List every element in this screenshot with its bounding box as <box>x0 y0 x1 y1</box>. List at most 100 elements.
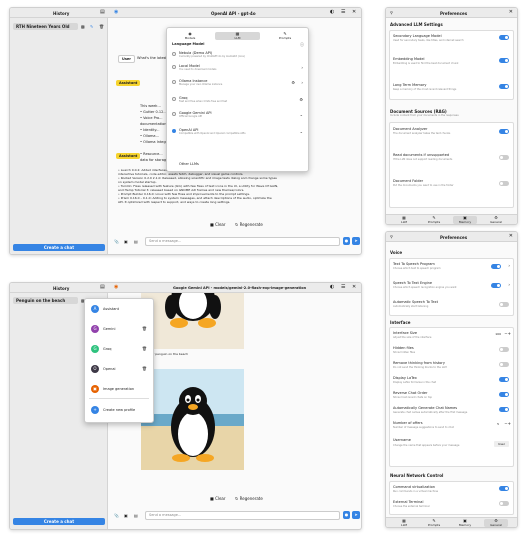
profile-icon[interactable]: ◉ <box>114 285 118 290</box>
tab-memory[interactable]: ▣ Memory <box>453 519 477 528</box>
setting-desc: Choose which speech recognition engine y… <box>393 286 457 289</box>
toggle-switch[interactable] <box>499 302 509 307</box>
delete-icon[interactable]: 🗑 <box>142 326 147 331</box>
search-icon[interactable]: ⚲ <box>390 10 393 15</box>
chevron-right-icon[interactable]: › <box>508 282 510 287</box>
menu-icon[interactable]: ☰ <box>341 285 345 290</box>
toggle-switch[interactable] <box>499 58 509 63</box>
toggle-switch[interactable] <box>499 486 509 491</box>
other-llms-label: Other LLMs <box>179 162 199 166</box>
menu-icon[interactable]: ☰ <box>341 10 345 15</box>
message-input[interactable]: Send a message... <box>145 237 340 246</box>
profile-menu: A Assistant G Gemini 🗑 G Groq 🗑 O Openai 🗑 ▣ Ima… <box>84 298 154 423</box>
model-option[interactable]: Ollama Instance Manage your own Ollama in… <box>170 78 305 88</box>
attach-icon[interactable]: 📎 <box>114 513 119 518</box>
attach-icon[interactable]: 📎 <box>114 239 119 244</box>
toggle-switch[interactable] <box>491 264 501 269</box>
tab-llm[interactable]: ▦ LLM <box>392 216 416 225</box>
edit-icon[interactable]: ✎ <box>90 24 93 29</box>
tab-prompts[interactable]: ✎ Prompts <box>422 216 446 225</box>
toggle-switch[interactable] <box>499 362 509 367</box>
search-icon[interactable]: ⚲ <box>390 234 393 239</box>
sidebar-toggle-icon[interactable]: ▤ <box>100 10 105 15</box>
tab-memory[interactable]: ▣ Memory <box>453 216 477 224</box>
toggle-switch[interactable] <box>499 84 509 89</box>
mic-button[interactable]: ● <box>343 237 350 245</box>
send-button[interactable]: ➤ <box>352 237 360 245</box>
profile-item-image-generation[interactable]: ▣ Image generation <box>89 383 149 395</box>
sidebar-toggle-icon[interactable]: ▤ <box>100 285 105 290</box>
toggle-switch[interactable] <box>499 347 509 352</box>
setting-desc: Adjust the size of the interface <box>393 336 432 339</box>
chevron-right-icon[interactable]: › <box>301 65 303 70</box>
delete-icon[interactable]: 🗑 <box>142 346 147 351</box>
tab-general[interactable]: ⚙ General <box>484 216 508 225</box>
regenerate-button[interactable]: ↻ Regenerate <box>235 496 263 501</box>
send-button[interactable]: ➤ <box>352 511 360 519</box>
screenshot-icon[interactable]: ▣ <box>124 513 128 518</box>
profile-item-groq[interactable]: G Groq 🗑 <box>89 343 149 355</box>
delete-icon[interactable]: 🗑 <box>99 24 104 29</box>
chat-item[interactable]: Penguin on the beach <box>13 297 78 304</box>
tab-general[interactable]: ⚙ General <box>484 519 508 527</box>
tab-prompts[interactable]: ✎ Prompts <box>422 519 446 528</box>
toggle-switch[interactable] <box>499 407 509 412</box>
tab-llm[interactable]: ▦ LLM <box>215 32 260 40</box>
toggle-switch[interactable] <box>499 392 509 397</box>
profile-item-assistant[interactable]: A Assistant <box>89 303 149 315</box>
regenerate-button[interactable]: ↻ Regenerate <box>235 222 263 227</box>
chevron-right-icon[interactable]: › <box>301 80 303 85</box>
close-icon[interactable]: ✕ <box>509 10 513 15</box>
model-option[interactable]: Nebula (Demo API) Currently powered by Ch… <box>170 50 305 60</box>
toggle-switch[interactable] <box>499 501 509 506</box>
clear-button[interactable]: ■ Clear <box>210 222 226 227</box>
profile-item-gemini[interactable]: G Gemini 🗑 <box>89 323 149 335</box>
settings-icon[interactable]: ⚙ <box>291 80 295 85</box>
model-option[interactable]: Groq Fast and free when limits free and f… <box>170 95 305 105</box>
close-icon[interactable]: ✕ <box>352 10 356 15</box>
chevron-down-icon[interactable]: ⌄ <box>300 129 303 134</box>
web-icon[interactable]: ▤ <box>134 239 138 244</box>
toggle-switch[interactable] <box>491 283 501 288</box>
help-icon[interactable]: ⓘ <box>300 42 304 47</box>
dark-mode-icon[interactable]: ◐ <box>330 10 334 15</box>
clear-button[interactable]: ■ Clear <box>210 496 226 501</box>
chevron-down-icon[interactable]: ⌄ <box>300 112 303 117</box>
toggle-switch[interactable] <box>499 377 509 382</box>
profile-icon[interactable]: ◉ <box>114 10 118 15</box>
delete-icon[interactable]: 🗑 <box>142 366 147 371</box>
username-field[interactable]: User <box>494 441 509 447</box>
create-chat-button[interactable]: Create a chat <box>13 518 105 525</box>
web-icon[interactable]: ▤ <box>134 513 138 518</box>
chat-item[interactable]: RTH Nineteen Years Old <box>13 23 78 30</box>
tab-prompts[interactable]: ✎ Prompts <box>265 32 305 41</box>
tab-models[interactable]: ◉ Models <box>170 32 210 41</box>
dark-mode-icon[interactable]: ◐ <box>330 285 334 290</box>
screenshot-icon[interactable]: ▣ <box>124 239 128 244</box>
stepper-buttons[interactable]: −+ <box>504 331 511 336</box>
save-icon[interactable]: ▩ <box>81 24 85 29</box>
stepper-buttons[interactable]: −+ <box>504 421 511 426</box>
toggle-switch[interactable] <box>499 35 509 40</box>
tab-llm[interactable]: ▦ LLM <box>392 519 416 528</box>
chevron-right-icon[interactable]: › <box>508 263 510 268</box>
message-input[interactable]: Send a message... <box>145 511 340 520</box>
model-option[interactable]: Google Gemini API Official Google API ⌄ <box>170 110 305 120</box>
penguin-bottom-icon <box>141 369 244 470</box>
toggle-switch[interactable] <box>499 181 509 186</box>
settings-card: Interface Size Adjust the size of the in… <box>389 327 514 467</box>
offers-value[interactable]: 5 <box>497 422 499 426</box>
close-icon[interactable]: ✕ <box>352 285 356 290</box>
interface-size-value[interactable]: 100 <box>495 332 501 336</box>
create-chat-button[interactable]: Create a chat <box>13 244 105 251</box>
settings-icon[interactable]: ⚙ <box>299 97 303 102</box>
profile-item-openai[interactable]: O Openai 🗑 <box>89 363 149 375</box>
close-icon[interactable]: ✕ <box>509 234 513 239</box>
chat-item-label: Penguin on the beach <box>16 298 66 303</box>
model-option-selected[interactable]: OpenAI API Compatible with OpenAI and Ope… <box>170 127 305 137</box>
toggle-switch[interactable] <box>499 129 509 134</box>
create-new-profile[interactable]: + Create new profile <box>89 404 149 416</box>
toggle-switch[interactable] <box>499 155 509 160</box>
model-option[interactable]: Local Model You need to download models › <box>170 63 305 73</box>
mic-button[interactable]: ● <box>343 511 350 519</box>
